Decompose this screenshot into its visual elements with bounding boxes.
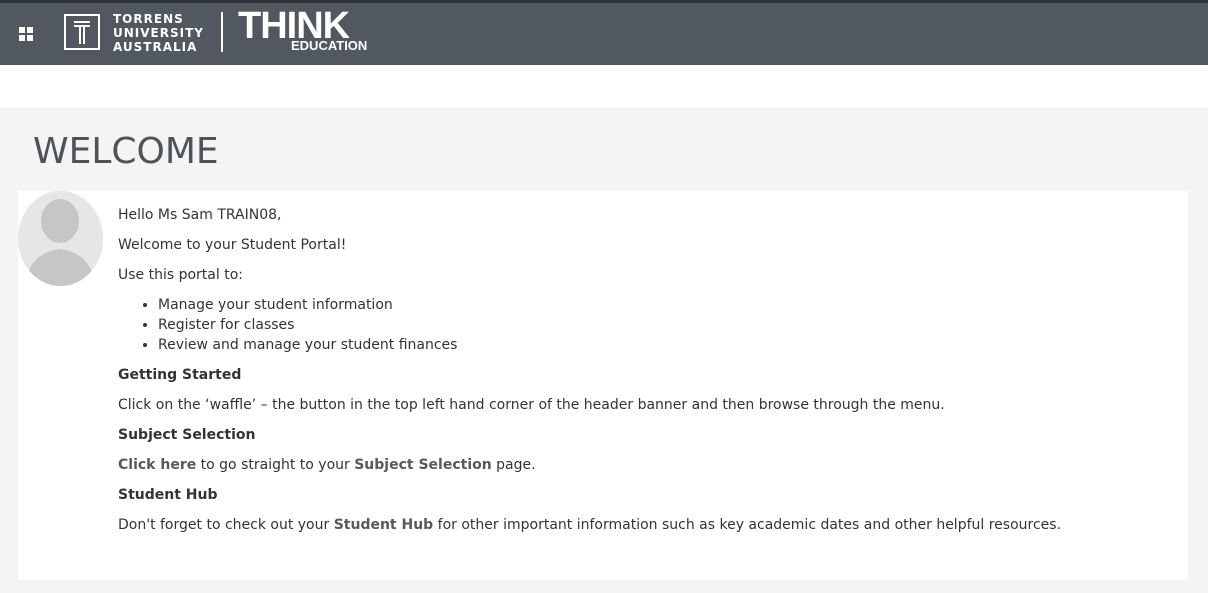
logo-divider (221, 12, 223, 52)
welcome-message: Hello Ms Sam TRAIN08, Welcome to your St… (118, 205, 1178, 545)
waffle-icon[interactable] (19, 27, 33, 41)
intro-text: Welcome to your Student Portal! (118, 237, 347, 253)
subject-text-2: page. (491, 457, 536, 473)
tua-logo-text: TORRENS UNIVERSITY AUSTRALIA (113, 12, 204, 54)
list-item: Manage your student information (158, 295, 1178, 315)
greeting-text: Hello Ms Sam TRAIN08, (118, 207, 282, 223)
list-item: Review and manage your student finances (158, 335, 1178, 355)
subject-selection-link[interactable]: Subject Selection (354, 457, 491, 473)
subject-selection-heading: Subject Selection (118, 427, 256, 443)
subject-selection-paragraph: Click here to go straight to your Subjec… (118, 455, 1178, 475)
hub-text-1: Don't forget to check out your (118, 517, 334, 533)
logo-line-2: UNIVERSITY (113, 26, 204, 40)
use-portal-text: Use this portal to: (118, 267, 243, 283)
header-banner: TORRENS UNIVERSITY AUSTRALIA THINK EDUCA… (0, 3, 1208, 65)
avatar (18, 191, 103, 286)
portal-uses-list: Manage your student information Register… (118, 295, 1178, 355)
list-item: Register for classes (158, 315, 1178, 335)
student-hub-paragraph: Don't forget to check out your Student H… (118, 515, 1178, 535)
click-here-link[interactable]: Click here (118, 457, 196, 473)
getting-started-heading: Getting Started (118, 367, 242, 383)
logo-line-1: TORRENS (113, 12, 184, 26)
tua-logo-icon (64, 14, 100, 50)
page-title: WELCOME (33, 131, 219, 172)
subject-text-1: to go straight to your (196, 457, 355, 473)
student-hub-heading: Student Hub (118, 487, 218, 503)
hub-text-2: for other important information such as … (433, 517, 1062, 533)
student-hub-link[interactable]: Student Hub (334, 517, 434, 533)
getting-started-text: Click on the ‘waffle’ – the button in th… (118, 397, 945, 413)
logo-line-3: AUSTRALIA (113, 40, 198, 54)
education-logo-text: EDUCATION (291, 38, 368, 53)
user-silhouette-icon (18, 191, 103, 286)
